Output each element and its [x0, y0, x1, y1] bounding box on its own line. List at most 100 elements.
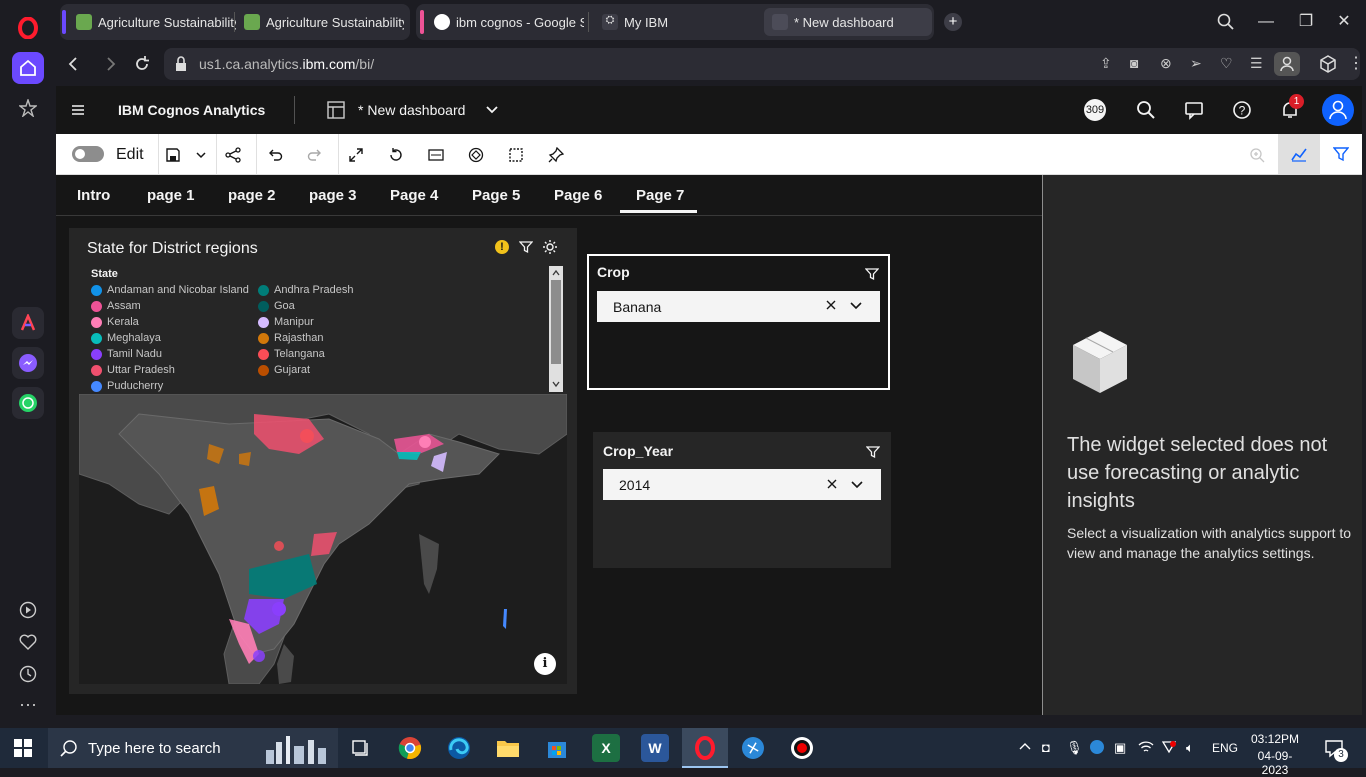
browser-tab[interactable]: Agriculture Sustainability: [244, 8, 404, 36]
tab-page-3[interactable]: page 3: [309, 187, 357, 204]
tab-page-5[interactable]: Page 5: [472, 187, 520, 204]
settings-icon[interactable]: [542, 239, 558, 255]
crop-year-filter-widget[interactable]: Crop_Year 2014: [593, 432, 891, 568]
legend-item[interactable]: Assam: [91, 300, 141, 312]
network-app-icon[interactable]: [1090, 740, 1104, 754]
redo-icon[interactable]: [304, 144, 326, 166]
opera-logo-icon[interactable]: [12, 12, 44, 44]
task-view-icon[interactable]: [347, 734, 375, 762]
easy-setup-icon[interactable]: ☰: [1250, 55, 1263, 72]
tab-page-7[interactable]: Page 7: [636, 187, 684, 204]
legend-scrollbar[interactable]: [549, 266, 563, 392]
chevron-down-icon[interactable]: [484, 102, 500, 118]
filter-panel-button[interactable]: [1320, 134, 1362, 174]
clear-icon[interactable]: [825, 477, 839, 491]
camera-icon[interactable]: ◙: [1130, 55, 1138, 71]
aria-icon[interactable]: [12, 307, 44, 339]
product-name[interactable]: IBM Cognos Analytics: [118, 102, 265, 118]
url-field[interactable]: us1.ca.analytics.ibm.com/bi/ ⇪ ◙ ⊗ ➢ ♡ ☰: [164, 48, 1360, 80]
display-icon[interactable]: ▣: [1114, 740, 1126, 756]
send-icon[interactable]: ➢: [1190, 55, 1202, 72]
file-explorer-icon[interactable]: [494, 734, 522, 762]
save-menu-chevron-icon[interactable]: [190, 144, 212, 166]
clock[interactable]: 03:12PM 04-09-2023: [1250, 732, 1300, 777]
tab-page-6[interactable]: Page 6: [554, 187, 602, 204]
share-icon[interactable]: ⇪: [1100, 55, 1112, 72]
close-window-button[interactable]: ✕: [1332, 10, 1356, 34]
browser-tab[interactable]: ibm cognos - Google Sea: [434, 8, 584, 36]
maximize-button[interactable]: ❐: [1294, 10, 1318, 34]
legend-item[interactable]: Tamil Nadu: [91, 348, 162, 360]
chrome-icon[interactable]: [396, 734, 424, 762]
profile-icon[interactable]: [1274, 52, 1300, 76]
map-canvas[interactable]: i: [79, 394, 567, 684]
legend-item[interactable]: Meghalaya: [91, 332, 161, 344]
whatsapp-icon[interactable]: [12, 387, 44, 419]
edit-toggle[interactable]: [72, 146, 104, 162]
windows-start-icon[interactable]: [14, 739, 32, 757]
opera-taskbar-button[interactable]: [682, 728, 728, 768]
camera-tray-icon[interactable]: ◘: [1042, 740, 1050, 755]
map-widget[interactable]: State for District regions ! State Andam…: [69, 228, 577, 694]
more-icon[interactable]: ···: [12, 688, 44, 720]
help-icon[interactable]: ?: [1232, 100, 1252, 120]
expand-icon[interactable]: [345, 144, 367, 166]
crop-dropdown[interactable]: Banana: [597, 291, 880, 322]
chevron-down-icon[interactable]: [850, 477, 864, 491]
browser-tab[interactable]: Agriculture Sustainability: [76, 8, 236, 36]
dashboard-title[interactable]: * New dashboard: [358, 102, 465, 118]
taskbar-search-box[interactable]: Type here to search: [48, 728, 338, 768]
adblock-icon[interactable]: ⊗: [1160, 55, 1172, 72]
reset-icon[interactable]: [385, 144, 407, 166]
clear-icon[interactable]: [824, 298, 838, 312]
user-avatar[interactable]: [1322, 94, 1354, 126]
analytics-button[interactable]: [1278, 134, 1320, 174]
legend-item[interactable]: Goa: [258, 300, 295, 312]
messenger-icon[interactable]: [12, 347, 44, 379]
microphone-icon[interactable]: 🎙︎: [1066, 740, 1083, 756]
assistant-icon[interactable]: [465, 144, 487, 166]
tab-page-1[interactable]: page 1: [147, 187, 195, 204]
history-icon[interactable]: [12, 658, 44, 690]
reload-button[interactable]: [132, 54, 152, 74]
excel-icon[interactable]: X: [592, 734, 620, 762]
warning-icon[interactable]: !: [495, 240, 509, 254]
legend-item[interactable]: Telangana: [258, 348, 325, 360]
app-icon[interactable]: [739, 734, 767, 762]
legend-item[interactable]: Manipur: [258, 316, 314, 328]
player-icon[interactable]: [12, 594, 44, 626]
tray-chevron-icon[interactable]: [1018, 740, 1032, 754]
legend-item[interactable]: Andaman and Nicobar Island: [91, 284, 249, 296]
word-icon[interactable]: W: [641, 734, 669, 762]
filter-icon[interactable]: [866, 445, 880, 459]
tab-page-4[interactable]: Page 4: [390, 187, 438, 204]
legend-item[interactable]: Rajasthan: [258, 332, 324, 344]
data-sources-icon[interactable]: [425, 144, 447, 166]
new-tab-button[interactable]: +: [944, 13, 962, 31]
select-area-icon[interactable]: [505, 144, 527, 166]
vpn-icon[interactable]: [1162, 740, 1176, 754]
language-indicator[interactable]: ENG: [1212, 741, 1238, 755]
favorites-icon[interactable]: [12, 626, 44, 658]
minimize-button[interactable]: —: [1254, 10, 1278, 34]
hamburger-menu-icon[interactable]: [70, 102, 86, 118]
heart-icon[interactable]: ♡: [1220, 55, 1233, 72]
legend-item[interactable]: Kerala: [91, 316, 139, 328]
store-icon[interactable]: [543, 734, 571, 762]
back-button[interactable]: [64, 54, 84, 74]
menu-icon[interactable]: ⋮: [1346, 54, 1366, 74]
legend-item[interactable]: Gujarat: [258, 364, 310, 376]
wifi-icon[interactable]: [1138, 740, 1154, 754]
pin-icon[interactable]: [545, 144, 567, 166]
pinboard-icon[interactable]: [12, 92, 44, 124]
edge-icon[interactable]: [445, 734, 473, 762]
filter-icon[interactable]: [519, 240, 533, 254]
home-icon[interactable]: [12, 52, 44, 84]
chat-icon[interactable]: [1184, 100, 1204, 120]
tab-search-icon[interactable]: [1214, 10, 1238, 34]
filter-icon[interactable]: [865, 267, 879, 281]
zoom-icon[interactable]: [1246, 144, 1268, 166]
volume-icon[interactable]: 🔈︎: [1186, 740, 1194, 756]
search-icon[interactable]: [1136, 100, 1156, 120]
save-icon[interactable]: [162, 144, 184, 166]
